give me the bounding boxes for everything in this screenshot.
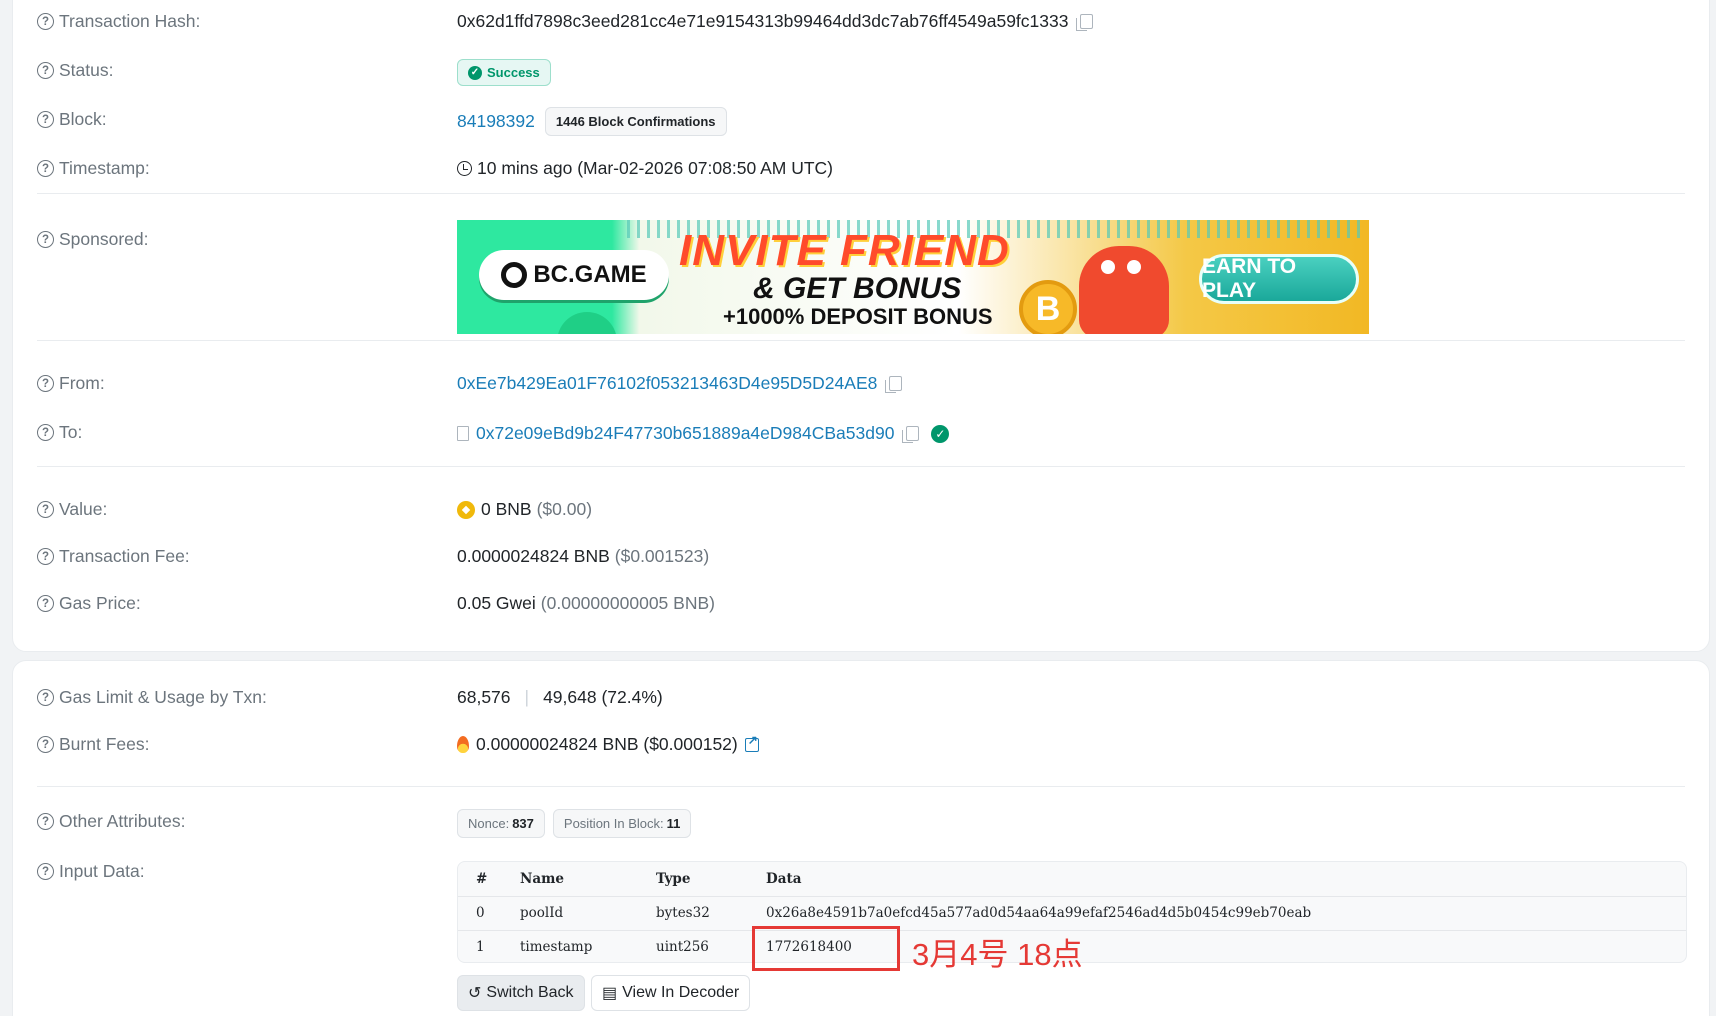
banner-subline: & GET BONUS: [753, 272, 962, 305]
switch-back-button[interactable]: ↺ Switch Back: [457, 975, 585, 1011]
annotation-highlight-box: [752, 926, 900, 971]
table-header: # Name Type Data: [476, 871, 802, 887]
divider: [37, 193, 1685, 194]
help-icon[interactable]: ?: [37, 160, 54, 177]
to-label: ? To:: [37, 422, 82, 443]
nonce-badge: Nonce: 837: [457, 809, 545, 838]
flame-icon: [457, 736, 469, 753]
document-icon: ▤: [602, 985, 618, 1002]
tx-hash-value-row: 0x62d1ffd7898c3eed281cc4e71e9154313b9946…: [457, 11, 1094, 32]
check-circle-icon: ✓: [468, 65, 482, 80]
fee-row: 0.0000024824 BNB ($0.001523): [457, 546, 709, 567]
value-label: ? Value:: [37, 499, 107, 520]
copy-icon[interactable]: [902, 426, 920, 443]
gas-price-bnb: (0.00000000005 BNB): [540, 593, 715, 613]
timestamp-value-row: 10 mins ago (Mar-02-2026 07:08:50 AM UTC…: [457, 158, 833, 179]
earn-to-play-button[interactable]: EARN TO PLAY: [1199, 254, 1359, 304]
fee-usd: ($0.001523): [614, 546, 710, 566]
value-row: 0 BNB ($0.00): [457, 499, 592, 520]
block-label: ? Block:: [37, 109, 107, 130]
dinosaur-mascot-icon: [1079, 246, 1169, 334]
banner-decoration: [557, 312, 617, 334]
from-label: ? From:: [37, 373, 105, 394]
divider: [37, 786, 1685, 787]
help-icon[interactable]: ?: [37, 689, 54, 706]
other-attributes-label: ? Other Attributes:: [37, 811, 185, 832]
bc-game-logo: BC.GAME: [479, 250, 669, 300]
external-link-icon[interactable]: [744, 733, 759, 752]
value-usd: ($0.00): [536, 499, 593, 519]
separator: |: [524, 687, 530, 707]
gas-price-label: ? Gas Price:: [37, 593, 141, 614]
bc-game-ring-icon: [501, 262, 528, 288]
copy-icon[interactable]: [885, 376, 903, 393]
sponsored-label: ? Sponsored:: [37, 229, 149, 250]
overview-card: ? Transaction Hash: 0x62d1ffd7898c3eed28…: [12, 0, 1710, 652]
value-amount: 0 BNB: [481, 499, 532, 519]
gas-price-row: 0.05 Gwei (0.00000000005 BNB): [457, 593, 715, 614]
block-number-link[interactable]: 84198392: [457, 111, 535, 132]
fee-amount: 0.0000024824 BNB: [457, 546, 610, 566]
help-icon[interactable]: ?: [37, 548, 54, 565]
help-icon[interactable]: ?: [37, 375, 54, 392]
help-icon[interactable]: ?: [37, 501, 54, 518]
timestamp-value: 10 mins ago (Mar-02-2026 07:08:50 AM UTC…: [477, 158, 833, 178]
fee-label: ? Transaction Fee:: [37, 546, 190, 567]
to-value-row: 0x72e09eBd9b24F47730b651889a4eD984CBa53d…: [457, 423, 950, 444]
sponsored-banner[interactable]: BC.GAME INVITE FRIEND & GET BONUS +1000%…: [457, 220, 1369, 334]
banner-offer: +1000% DEPOSIT BONUS: [723, 304, 993, 329]
gas-price-amount: 0.05 Gwei: [457, 593, 536, 613]
divider: [37, 466, 1685, 467]
annotation-text: 3月4号 18点: [912, 937, 1083, 972]
help-icon[interactable]: ?: [37, 231, 54, 248]
status-badge: ✓ Success: [457, 59, 551, 86]
timestamp-label: ? Timestamp:: [37, 158, 150, 179]
help-icon[interactable]: ?: [37, 111, 54, 128]
position-in-block-badge: Position In Block: 11: [552, 809, 692, 838]
block-value-row: 84198392 1446 Block Confirmations: [457, 107, 727, 136]
tx-hash-value: 0x62d1ffd7898c3eed281cc4e71e9154313b9946…: [457, 11, 1069, 31]
divider: [37, 340, 1685, 341]
gas-usage-value: 49,648 (72.4%): [543, 687, 663, 707]
gas-limit-label: ? Gas Limit & Usage by Txn:: [37, 687, 267, 708]
table-row: 0 poolId bytes32 0x26a8e4591b7a0efcd45a5…: [476, 905, 1312, 921]
bitcoin-coin-icon: B: [1019, 280, 1077, 334]
burnt-fees-value: 0.00000024824 BNB ($0.000152): [476, 734, 738, 754]
clock-icon: [457, 161, 472, 176]
help-icon[interactable]: ?: [37, 863, 54, 880]
burnt-fees-row: 0.00000024824 BNB ($0.000152): [457, 733, 759, 755]
status-label: ? Status:: [37, 60, 113, 81]
from-value-row: 0xEe7b429Ea01F76102f053213463D4e95D5D24A…: [457, 373, 903, 394]
help-icon[interactable]: ?: [37, 736, 54, 753]
gas-limit-row: 68,576 | 49,648 (72.4%): [457, 687, 663, 708]
bnb-token-icon: [457, 500, 475, 519]
view-in-decoder-button[interactable]: ▤ View In Decoder: [591, 975, 751, 1011]
verified-contract-icon: ✓: [931, 424, 950, 443]
banner-headline: INVITE FRIEND: [679, 226, 1010, 275]
tx-hash-label: ? Transaction Hash:: [37, 11, 200, 32]
contract-file-icon: [457, 426, 469, 441]
from-address-link[interactable]: 0xEe7b429Ea01F76102f053213463D4e95D5D24A…: [457, 373, 877, 394]
input-data-label: ? Input Data:: [37, 861, 145, 882]
undo-icon: ↺: [468, 985, 482, 1002]
help-icon[interactable]: ?: [37, 424, 54, 441]
status-value-row: ✓ Success: [457, 59, 551, 86]
help-icon[interactable]: ?: [37, 62, 54, 79]
help-icon[interactable]: ?: [37, 595, 54, 612]
help-icon[interactable]: ?: [37, 13, 54, 30]
other-attributes-row: Nonce: 837 Position In Block: 11: [457, 809, 692, 838]
to-address-link[interactable]: 0x72e09eBd9b24F47730b651889a4eD984CBa53d…: [476, 423, 894, 444]
burnt-fees-label: ? Burnt Fees:: [37, 734, 149, 755]
copy-icon[interactable]: [1076, 14, 1094, 31]
gas-limit-value: 68,576: [457, 687, 511, 707]
block-confirmations-badge: 1446 Block Confirmations: [544, 107, 727, 136]
help-icon[interactable]: ?: [37, 813, 54, 830]
